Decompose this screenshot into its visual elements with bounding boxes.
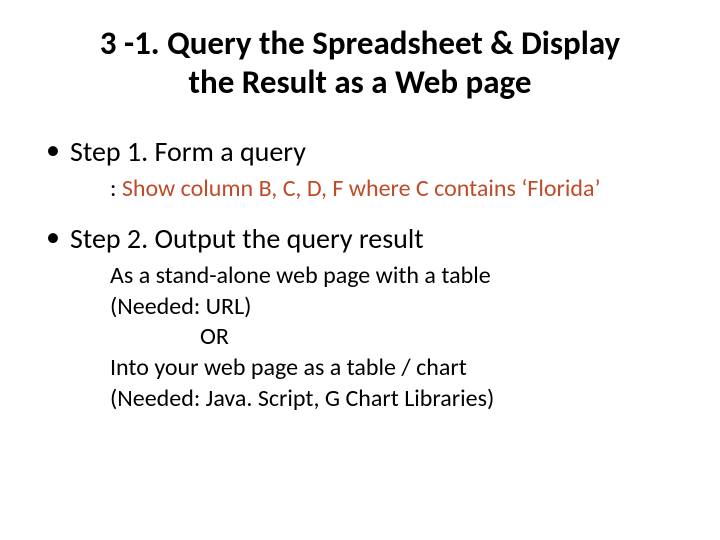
step-2-detail: As a stand-alone web page with a table (… xyxy=(110,261,684,415)
step-2-line-embed: Into your web page as a table / chart xyxy=(110,353,684,384)
step-2: Step 2. Output the query result As a sta… xyxy=(42,223,684,415)
step-1: Step 1. Form a query : Show column B, C,… xyxy=(42,136,684,205)
step-1-heading: Step 1. Form a query xyxy=(70,136,684,168)
step-1-colon: : xyxy=(110,174,122,203)
step-1-detail: : Show column B, C, D, F where C contain… xyxy=(110,174,684,205)
step-1-query-text: Show column B, C, D, F where C contains … xyxy=(122,174,601,203)
step-2-or: OR xyxy=(200,322,684,353)
step-2-heading: Step 2. Output the query result xyxy=(70,223,684,255)
step-2-line-needed-js: (Needed: Java. Script, G Chart Libraries… xyxy=(110,384,684,415)
slide: 3 -1. Query the Spreadsheet & Display th… xyxy=(0,0,720,540)
step-list: Step 1. Form a query : Show column B, C,… xyxy=(42,136,684,415)
step-2-line-standalone: As a stand-alone web page with a table xyxy=(110,261,684,292)
slide-title: 3 -1. Query the Spreadsheet & Display th… xyxy=(76,24,644,102)
step-2-line-needed-url: (Needed: URL) xyxy=(110,292,684,323)
